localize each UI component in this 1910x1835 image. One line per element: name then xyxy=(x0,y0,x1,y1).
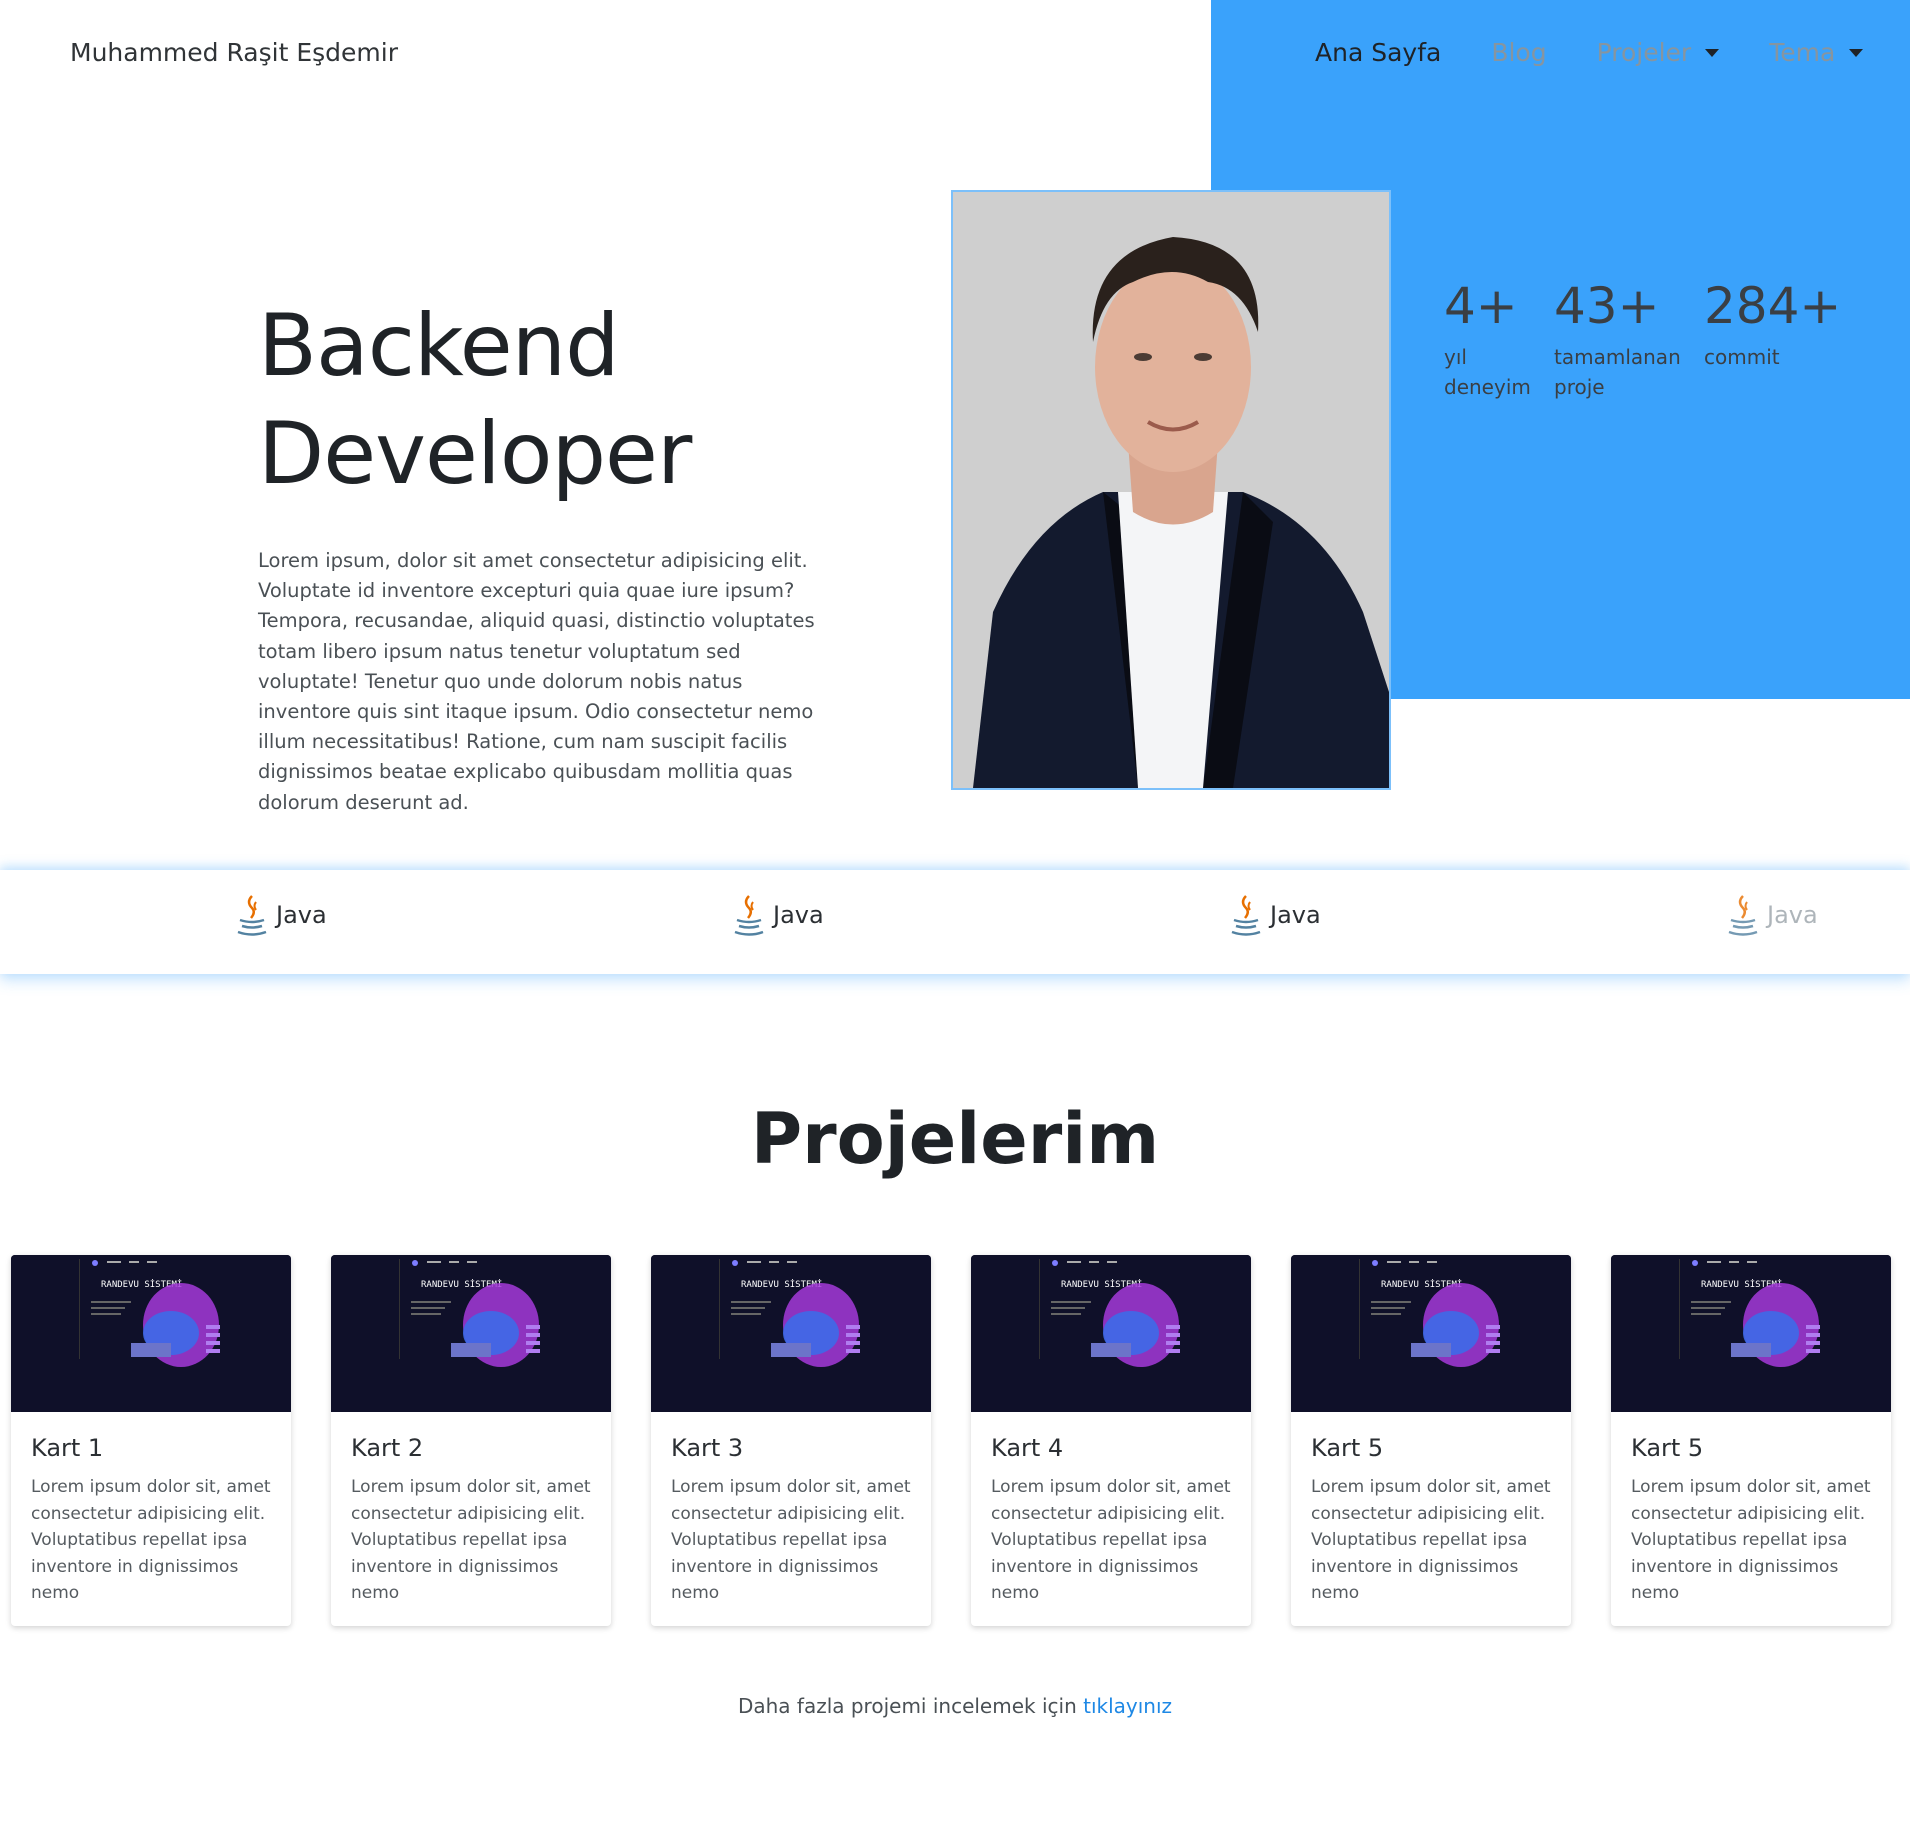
project-thumbnail: RANDEVU SİSTEMİ xyxy=(331,1255,611,1412)
project-cards: RANDEVU SİSTEMİ Kart 1 Lorem ipsum dolor… xyxy=(11,1255,1891,1626)
project-card[interactable]: RANDEVU SİSTEMİ Kart 5 Lorem ipsum dolor… xyxy=(1291,1255,1571,1626)
tech-label: Java xyxy=(276,901,327,929)
profile-photo xyxy=(951,190,1391,790)
card-title: Kart 2 xyxy=(351,1434,424,1462)
tech-label: Java xyxy=(1270,901,1321,929)
hero-title-line1: Backend xyxy=(258,296,620,396)
more-projects-text: Daha fazla projemi incelemek için xyxy=(737,1694,1077,1718)
project-screenshot: RANDEVU SİSTEMİ xyxy=(11,1255,291,1412)
card-text: Lorem ipsum dolor sit, amet consectetur … xyxy=(351,1477,591,1603)
nav-home-label: Ana Sayfa xyxy=(1315,38,1442,67)
nav-projects-dropdown[interactable]: Projeler xyxy=(1597,38,1720,67)
hero-title: Backend Developer xyxy=(258,292,858,508)
project-card[interactable]: RANDEVU SİSTEMİ Kart 4 Lorem ipsum dolor… xyxy=(971,1255,1251,1626)
card-title: Kart 4 xyxy=(991,1434,1064,1462)
card-text: Lorem ipsum dolor sit, amet consectetur … xyxy=(31,1477,271,1603)
tech-item: Java xyxy=(1725,892,1818,938)
tech-item: Java xyxy=(234,892,327,938)
projects-title: Projelerim xyxy=(750,1098,1160,1180)
stat-label: tamamlanan proje xyxy=(1554,345,1681,399)
project-thumbnail: RANDEVU SİSTEMİ xyxy=(1611,1255,1891,1412)
card-text: Lorem ipsum dolor sit, amet consectetur … xyxy=(991,1477,1231,1603)
hero-description: Lorem ipsum, dolor sit amet consectetur … xyxy=(258,549,815,814)
project-screenshot: RANDEVU SİSTEMİ xyxy=(1291,1255,1571,1412)
project-card[interactable]: RANDEVU SİSTEMİ Kart 5 Lorem ipsum dolor… xyxy=(1611,1255,1891,1626)
brand-name[interactable]: Muhammed Raşit Eşdemir xyxy=(70,38,398,67)
stat-value: 284+ xyxy=(1704,277,1842,335)
java-icon xyxy=(734,895,764,936)
project-card[interactable]: RANDEVU SİSTEMİ Kart 1 Lorem ipsum dolor… xyxy=(11,1255,291,1626)
nav-blog[interactable]: Blog xyxy=(1491,38,1546,67)
project-card[interactable]: RANDEVU SİSTEMİ Kart 3 Lorem ipsum dolor… xyxy=(651,1255,931,1626)
tech-item: Java xyxy=(731,892,824,938)
card-title: Kart 5 xyxy=(1631,1434,1704,1462)
card-title: Kart 1 xyxy=(31,1434,104,1462)
tech-label: Java xyxy=(1767,901,1818,929)
stat-experience: 4+ yıl deneyim xyxy=(1444,270,1531,402)
project-screenshot: RANDEVU SİSTEMİ xyxy=(331,1255,611,1412)
stats-row: 4+ yıl deneyim 43+ tamamlanan proje 284+… xyxy=(1444,270,1871,402)
card-text: Lorem ipsum dolor sit, amet consectetur … xyxy=(671,1477,911,1603)
stat-label: commit xyxy=(1704,345,1780,369)
nav-blog-label: Blog xyxy=(1491,38,1547,67)
java-icon xyxy=(237,895,267,936)
project-thumbnail: RANDEVU SİSTEMİ xyxy=(1291,1255,1571,1412)
stat-projects: 43+ tamamlanan proje xyxy=(1554,270,1681,402)
main-nav: Ana Sayfa Blog Projeler Tema xyxy=(1315,38,1864,67)
stat-label: yıl deneyim xyxy=(1444,345,1531,399)
tech-marquee: Java Java Java Java xyxy=(0,870,1910,974)
portrait-image xyxy=(953,192,1389,788)
nav-projects-label: Projeler xyxy=(1596,38,1692,67)
more-projects-link[interactable]: tıklayınız xyxy=(1083,1694,1172,1718)
java-icon xyxy=(1728,895,1758,936)
stat-commits: 284+ commit xyxy=(1704,270,1841,402)
card-text: Lorem ipsum dolor sit, amet consectetur … xyxy=(1311,1477,1551,1603)
more-projects: Daha fazla projemi incelemek için tıklay… xyxy=(0,1694,1910,1718)
card-title: Kart 3 xyxy=(671,1434,744,1462)
project-screenshot: RANDEVU SİSTEMİ xyxy=(1611,1255,1891,1412)
project-thumbnail: RANDEVU SİSTEMİ xyxy=(651,1255,931,1412)
project-thumbnail: RANDEVU SİSTEMİ xyxy=(971,1255,1251,1412)
chevron-down-icon xyxy=(1705,48,1720,57)
tech-item: Java xyxy=(1228,892,1321,938)
hero-title-line2: Developer xyxy=(258,404,692,504)
nav-theme-dropdown[interactable]: Tema xyxy=(1769,38,1864,67)
project-thumbnail: RANDEVU SİSTEMİ xyxy=(11,1255,291,1412)
tech-label: Java xyxy=(773,901,824,929)
java-icon xyxy=(1231,895,1261,936)
card-title: Kart 5 xyxy=(1311,1434,1384,1462)
nav-theme-label: Tema xyxy=(1769,38,1836,67)
project-card[interactable]: RANDEVU SİSTEMİ Kart 2 Lorem ipsum dolor… xyxy=(331,1255,611,1626)
nav-home[interactable]: Ana Sayfa xyxy=(1315,38,1441,67)
card-text: Lorem ipsum dolor sit, amet consectetur … xyxy=(1631,1477,1871,1603)
stat-value: 4+ xyxy=(1444,277,1518,335)
project-screenshot: RANDEVU SİSTEMİ xyxy=(651,1255,931,1412)
stat-value: 43+ xyxy=(1554,277,1660,335)
project-screenshot: RANDEVU SİSTEMİ xyxy=(971,1255,1251,1412)
chevron-down-icon xyxy=(1849,48,1864,57)
